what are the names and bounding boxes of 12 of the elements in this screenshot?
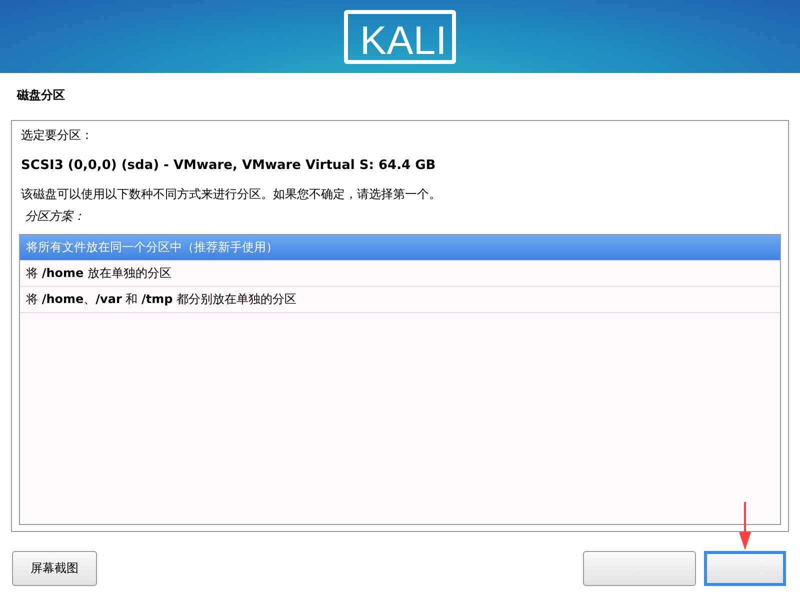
arrow-icon bbox=[737, 502, 753, 550]
list-item[interactable]: 将 /home、/var 和 /tmp 都分别放在单独的分区 bbox=[20, 287, 780, 313]
kali-logo: KALI bbox=[344, 10, 456, 64]
page-title: 磁盘分区 bbox=[16, 87, 66, 104]
dialog-button[interactable] bbox=[583, 551, 696, 586]
prompt-text: 选定要分区： bbox=[20, 127, 94, 144]
disk-label: SCSI3 (0,0,0) (sda) - VMware, VMware Virtual S: 64.4 GB bbox=[20, 158, 437, 173]
scheme-label: 分区方案： bbox=[24, 208, 86, 225]
list-item[interactable]: 将 /home 放在单独的分区 bbox=[20, 261, 780, 287]
description-text: 该磁盘可以使用以下数种不同方式来进行分区。如果您不确定，请选择第一个。 bbox=[20, 186, 442, 203]
dialog-button[interactable] bbox=[704, 551, 786, 586]
dialog-button[interactable]: 屏幕截图 bbox=[12, 551, 97, 586]
